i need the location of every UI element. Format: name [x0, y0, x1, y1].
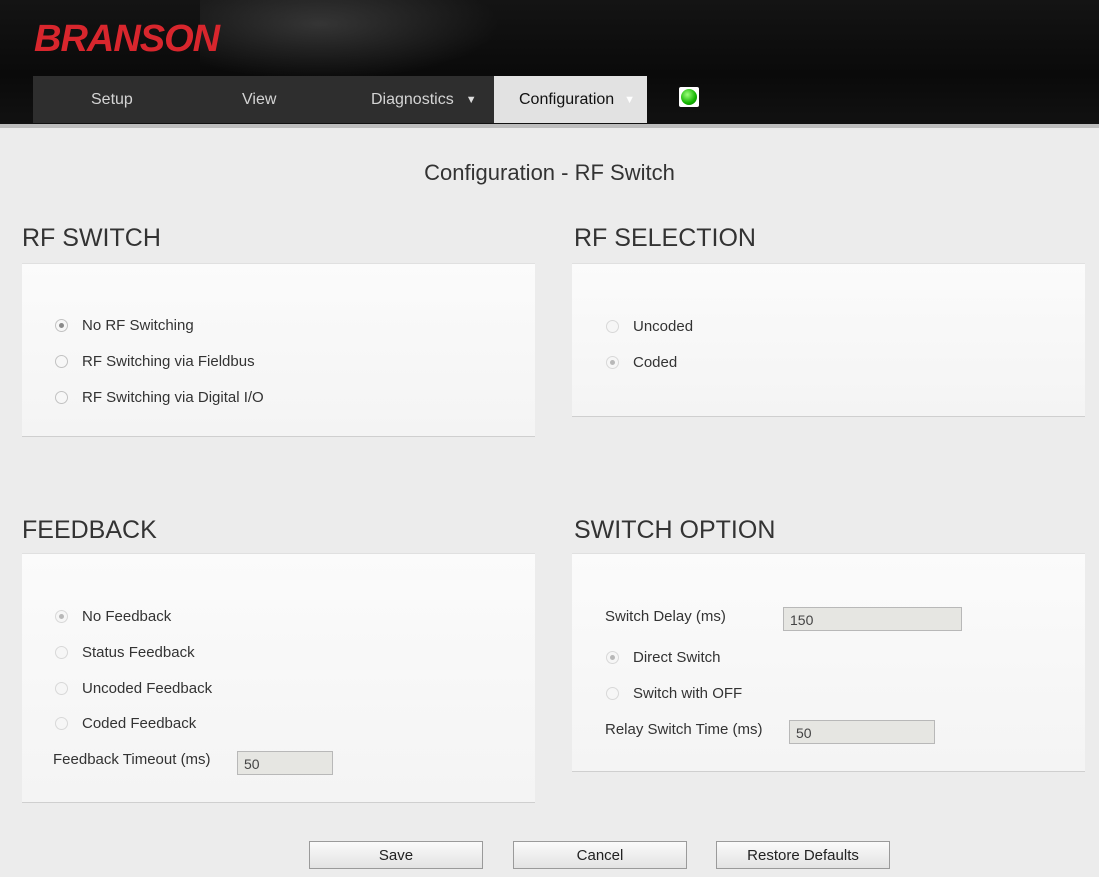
nav-setup-label: Setup: [91, 90, 133, 108]
radio-label: No RF Switching: [82, 317, 194, 334]
rf-switch-title: RF SWITCH: [22, 224, 161, 252]
radio-selected-icon: [55, 610, 68, 623]
main-nav: Setup ▼ View ▼ Diagnostics ▼ Configurati…: [33, 76, 647, 123]
radio-no-rf-switching[interactable]: No RF Switching: [55, 317, 194, 334]
feedback-timeout-label: Feedback Timeout (ms): [53, 751, 211, 768]
radio-unselected-icon: [55, 391, 68, 404]
radio-label: Uncoded Feedback: [82, 680, 213, 697]
radio-no-feedback[interactable]: No Feedback: [55, 608, 171, 625]
app-header: BRANSON Setup ▼ View ▼ Diagnostics ▼ Con…: [0, 0, 1099, 124]
radio-direct-switch[interactable]: Direct Switch: [606, 649, 721, 666]
radio-uncoded[interactable]: Uncoded: [606, 318, 693, 335]
rf-switch-panel: [22, 263, 535, 437]
radio-unselected-icon: [55, 355, 68, 368]
switch-delay-field[interactable]: 150: [783, 607, 962, 631]
nav-setup[interactable]: Setup ▼: [33, 76, 166, 123]
nav-diagnostics[interactable]: Diagnostics ▼: [304, 76, 494, 123]
radio-rf-switching-digital-io[interactable]: RF Switching via Digital I/O: [55, 389, 264, 406]
radio-unselected-icon: [55, 682, 68, 695]
page-title: Configuration - RF Switch: [424, 160, 675, 185]
save-button[interactable]: Save: [309, 841, 483, 869]
nav-view[interactable]: View ▼: [156, 76, 315, 123]
radio-label: Switch with OFF: [633, 685, 743, 702]
radio-rf-switching-fieldbus[interactable]: RF Switching via Fieldbus: [55, 353, 255, 370]
rf-selection-title: RF SELECTION: [574, 224, 756, 252]
radio-selected-icon: [55, 319, 68, 332]
radio-unselected-icon: [606, 687, 619, 700]
header-divider: [0, 124, 1099, 128]
cancel-button[interactable]: Cancel: [513, 841, 687, 869]
radio-label: RF Switching via Fieldbus: [82, 353, 255, 370]
feedback-timeout-field[interactable]: 50: [237, 751, 333, 775]
relay-switch-time-field[interactable]: 50: [789, 720, 935, 744]
relay-switch-time-label: Relay Switch Time (ms): [605, 721, 763, 738]
switch-option-title: SWITCH OPTION: [574, 516, 776, 544]
radio-unselected-icon: [55, 646, 68, 659]
nav-view-label: View: [242, 90, 277, 108]
radio-unselected-icon: [55, 717, 68, 730]
radio-coded[interactable]: Coded: [606, 354, 677, 371]
feedback-title: FEEDBACK: [22, 516, 157, 544]
radio-label: Status Feedback: [82, 644, 195, 661]
restore-defaults-button[interactable]: Restore Defaults: [716, 841, 890, 869]
status-led-icon: [679, 87, 699, 107]
rf-selection-panel: [572, 263, 1085, 417]
nav-configuration[interactable]: Configuration ▼: [494, 76, 647, 123]
switch-delay-label: Switch Delay (ms): [605, 608, 726, 625]
radio-label: Uncoded: [633, 318, 694, 335]
nav-diagnostics-label: Diagnostics: [371, 90, 454, 108]
nav-configuration-label: Configuration: [519, 90, 615, 108]
radio-uncoded-feedback[interactable]: Uncoded Feedback: [55, 680, 212, 697]
radio-label: Direct Switch: [633, 649, 721, 666]
radio-label: No Feedback: [82, 608, 172, 625]
radio-label: Coded Feedback: [82, 715, 197, 732]
chevron-down-icon: ▼: [465, 93, 477, 106]
radio-switch-with-off[interactable]: Switch with OFF: [606, 685, 742, 702]
radio-label: RF Switching via Digital I/O: [82, 389, 264, 406]
radio-status-feedback[interactable]: Status Feedback: [55, 644, 195, 661]
radio-selected-icon: [606, 651, 619, 664]
radio-unselected-icon: [606, 320, 619, 333]
radio-coded-feedback[interactable]: Coded Feedback: [55, 715, 196, 732]
chevron-down-icon: ▼: [624, 93, 636, 106]
radio-label: Coded: [633, 354, 678, 371]
branson-logo: BRANSON: [34, 18, 220, 60]
radio-selected-icon: [606, 356, 619, 369]
